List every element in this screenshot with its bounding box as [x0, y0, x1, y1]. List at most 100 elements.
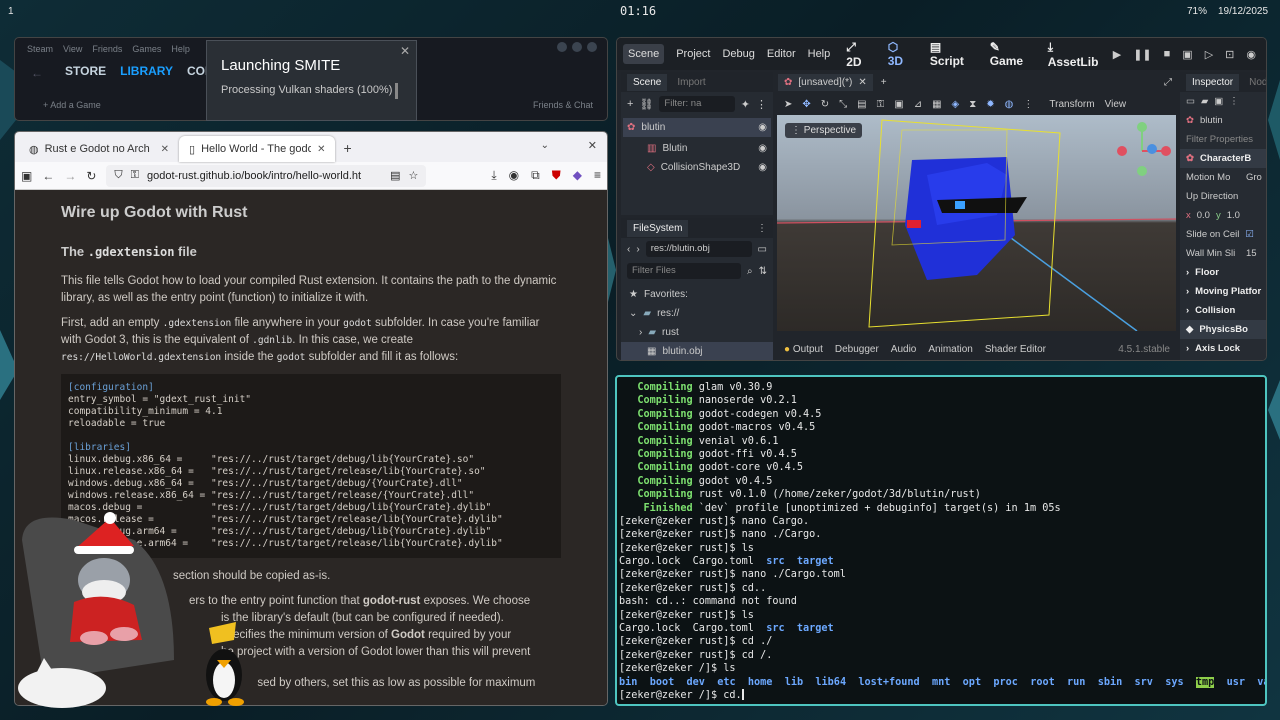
- new-tab-icon[interactable]: +: [335, 140, 359, 162]
- new-resource-icon[interactable]: ▭: [1186, 96, 1195, 107]
- menu-debug[interactable]: Debug: [722, 48, 754, 60]
- more-icon[interactable]: ⋮: [1023, 99, 1033, 110]
- scale-tool-icon[interactable]: ⤡: [839, 99, 847, 110]
- close-tab-icon[interactable]: ✕: [161, 144, 169, 155]
- tab-node[interactable]: Node: [1249, 77, 1266, 88]
- lock-icon[interactable]: ⚿: [131, 169, 139, 182]
- section-axis-lock[interactable]: › Axis Lock: [1180, 339, 1266, 358]
- more-icon[interactable]: ⋮: [1229, 96, 1239, 107]
- lock-icon[interactable]: ⚿: [877, 99, 885, 110]
- local-space-icon[interactable]: ◈: [952, 99, 960, 110]
- shield-icon[interactable]: ⛉: [114, 169, 122, 182]
- open-icon[interactable]: ▰: [1201, 96, 1208, 107]
- steam-tab-store[interactable]: STORE: [65, 64, 106, 78]
- transform-menu[interactable]: Transform: [1049, 99, 1094, 110]
- tab-import[interactable]: Import: [677, 77, 705, 88]
- download-icon[interactable]: ⤓: [491, 168, 496, 183]
- extension-icon[interactable]: ◆: [573, 168, 582, 183]
- workspace-indicator[interactable]: 1: [8, 6, 14, 17]
- sun-icon[interactable]: ✹: [986, 99, 994, 110]
- grid-icon[interactable]: ▦: [932, 99, 941, 110]
- property-wall-min-slide[interactable]: Wall Min Sli 15: [1180, 244, 1266, 263]
- bookmark-star-icon[interactable]: ☆: [409, 169, 419, 182]
- more-icon[interactable]: ⋮: [757, 223, 773, 234]
- menu-help[interactable]: Help: [808, 48, 831, 60]
- section-collision[interactable]: › Collision: [1180, 301, 1266, 320]
- ruler-icon[interactable]: ⊿: [914, 99, 922, 110]
- close-icon[interactable]: ✕: [858, 77, 866, 88]
- view-menu[interactable]: View: [1105, 99, 1127, 110]
- node-filter-input[interactable]: Filter: na: [659, 96, 735, 112]
- close-button[interactable]: [587, 42, 597, 52]
- tab-animation[interactable]: Animation: [928, 344, 972, 355]
- back-icon[interactable]: ‹: [627, 244, 630, 255]
- browser-tab[interactable]: ◍ Rust e Godot no Arch ✕: [19, 136, 179, 162]
- steam-tab-library[interactable]: LIBRARY: [120, 64, 173, 78]
- up-direction-vector[interactable]: x 0.0 y 1.0: [1180, 206, 1266, 225]
- split-view-icon[interactable]: ▭: [758, 244, 767, 255]
- add-node-icon[interactable]: +: [627, 98, 633, 110]
- move-tool-icon[interactable]: ✥: [802, 99, 810, 110]
- close-tab-icon[interactable]: ✕: [317, 144, 325, 155]
- friends-chat-button[interactable]: Friends & Chat: [533, 100, 593, 110]
- visibility-eye-icon[interactable]: ◉: [758, 143, 773, 154]
- tree-node-root[interactable]: ✿ blutin ◉: [623, 118, 771, 137]
- menu-icon[interactable]: ≡: [594, 168, 601, 183]
- browser-tab-active[interactable]: ▯ Hello World - The godot ✕: [179, 136, 336, 162]
- editor-tab-active[interactable]: ✿ [unsaved](*) ✕: [778, 73, 873, 91]
- more-icon[interactable]: ⋮: [756, 98, 767, 111]
- file-blutin-obj[interactable]: ▦ blutin.obj: [621, 342, 773, 360]
- rotate-tool-icon[interactable]: ↻: [821, 99, 829, 110]
- script-icon[interactable]: ✦: [741, 98, 750, 111]
- property-motion-mode[interactable]: Motion Mo Gro: [1180, 168, 1266, 187]
- pause-icon[interactable]: ❚❚: [1133, 48, 1151, 61]
- remote-debug-icon[interactable]: ▣: [1182, 48, 1192, 61]
- extensions-icon[interactable]: ⧉: [531, 168, 540, 183]
- property-slide-on-ceiling[interactable]: Slide on Ceil ☑: [1180, 225, 1266, 244]
- select-tool-icon[interactable]: ➤: [784, 99, 792, 110]
- tab-filesystem[interactable]: FileSystem: [627, 219, 689, 237]
- minimize-button[interactable]: [557, 42, 567, 52]
- steam-menu-view[interactable]: View: [63, 44, 82, 54]
- group-icon[interactable]: ▣: [894, 99, 903, 110]
- stop-icon[interactable]: ■: [1164, 48, 1171, 61]
- class-header-physics[interactable]: ◆ PhysicsBo: [1180, 320, 1266, 339]
- tab-debugger[interactable]: Debugger: [835, 344, 879, 355]
- menu-editor[interactable]: Editor: [767, 48, 796, 60]
- steam-menu-help[interactable]: Help: [171, 44, 190, 54]
- play-custom-icon[interactable]: ⊡: [1225, 48, 1234, 61]
- snap-icon[interactable]: ⧗: [969, 99, 976, 110]
- add-game-button[interactable]: + Add a Game: [43, 100, 101, 110]
- reload-icon[interactable]: ↻: [86, 169, 96, 183]
- search-icon[interactable]: ⌕: [747, 266, 753, 277]
- favorites-item[interactable]: ★ Favorites:: [621, 285, 773, 304]
- section-moving-platform[interactable]: › Moving Platfor: [1180, 282, 1266, 301]
- reader-view-icon[interactable]: ▤: [390, 169, 400, 182]
- perspective-menu[interactable]: ⋮ Perspective: [785, 123, 863, 138]
- steam-menu-games[interactable]: Games: [132, 44, 161, 54]
- tab-inspector[interactable]: Inspector: [1186, 73, 1240, 91]
- menu-project[interactable]: Project: [676, 48, 710, 60]
- back-icon[interactable]: ←: [42, 169, 54, 183]
- environment-icon[interactable]: ◍: [1005, 99, 1014, 110]
- list-tool-icon[interactable]: ▤: [857, 99, 866, 110]
- terminal-window[interactable]: Compiling glam v0.30.9 Compiling nanoser…: [615, 375, 1267, 706]
- movie-icon[interactable]: ◉: [1246, 48, 1256, 61]
- inspected-node[interactable]: ✿ blutin: [1180, 111, 1266, 130]
- class-header[interactable]: ✿ CharacterB: [1180, 149, 1266, 168]
- path-input[interactable]: res://blutin.obj: [645, 241, 752, 257]
- tab-scene[interactable]: Scene: [627, 73, 668, 91]
- 3d-viewport[interactable]: ⋮ Perspective: [777, 115, 1176, 331]
- sidebar-icon[interactable]: ▣: [21, 169, 32, 183]
- new-scene-icon[interactable]: +: [881, 77, 887, 88]
- folder-root[interactable]: ⌄ ▰ res://: [621, 304, 773, 323]
- forward-icon[interactable]: →: [64, 169, 76, 183]
- account-icon[interactable]: ◉: [509, 168, 519, 183]
- chevron-down-icon[interactable]: ⌄: [541, 140, 549, 151]
- visibility-eye-icon[interactable]: ◉: [758, 122, 771, 133]
- section-floor[interactable]: › Floor: [1180, 263, 1266, 282]
- steam-menu-friends[interactable]: Friends: [92, 44, 122, 54]
- folder-rust[interactable]: › ▰ rust: [621, 323, 773, 342]
- close-window-icon[interactable]: ✕: [588, 139, 597, 152]
- workspace-script[interactable]: ▤ Script: [930, 40, 974, 68]
